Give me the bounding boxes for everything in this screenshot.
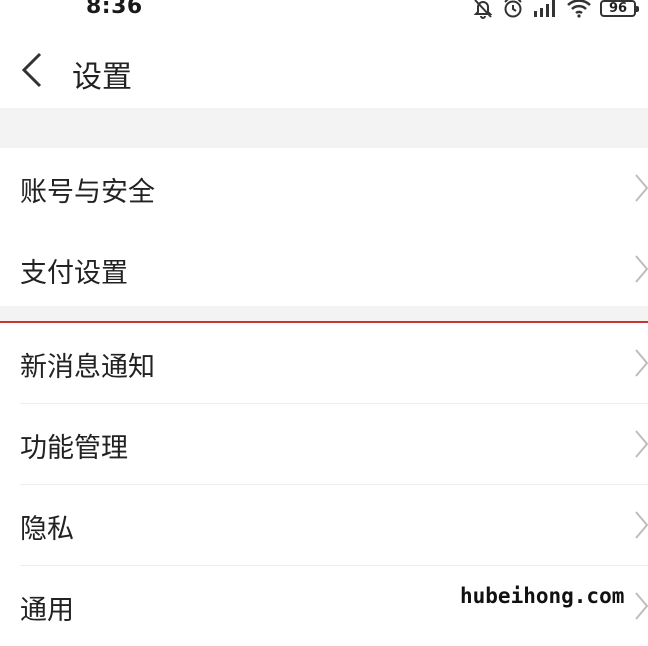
menu-item-account-security[interactable]: 账号与安全 [0, 148, 648, 228]
back-button[interactable] [14, 48, 50, 92]
status-icons: 96 [472, 0, 639, 20]
menu-item-privacy[interactable]: 隐私 [0, 485, 648, 565]
section-divider [0, 108, 648, 148]
chevron-right-icon [634, 173, 648, 203]
header: 设置 [0, 40, 648, 104]
menu-item-label: 支付设置 [20, 258, 128, 289]
menu-item-label: 隐私 [20, 514, 74, 545]
chevron-right-icon [634, 429, 648, 459]
signal-icon [532, 0, 558, 18]
section-divider [0, 306, 648, 322]
watermark: hubeihong.com [458, 584, 627, 608]
menu-item-label: 新消息通知 [20, 352, 155, 383]
status-time: 8:36 [86, 0, 143, 19]
menu-item-payment-settings[interactable]: 支付设置 [0, 229, 648, 309]
chevron-right-icon [634, 348, 648, 378]
menu-item-new-message-notifications[interactable]: 新消息通知 [0, 323, 648, 403]
menu-item-feature-management[interactable]: 功能管理 [0, 404, 648, 484]
page-title: 设置 [72, 60, 132, 95]
notifications-muted-icon [472, 0, 494, 19]
menu-item-label: 账号与安全 [20, 177, 155, 208]
chevron-left-icon [14, 52, 50, 96]
menu-item-label: 功能管理 [20, 433, 128, 464]
status-bar: 8:36 96 [0, 0, 648, 22]
chevron-right-icon [634, 591, 648, 621]
chevron-right-icon [634, 254, 648, 284]
alarm-icon [502, 0, 524, 19]
wifi-icon [566, 0, 592, 18]
menu-item-label: 通用 [20, 595, 74, 626]
battery-icon: 96 [600, 0, 639, 17]
chevron-right-icon [634, 510, 648, 540]
